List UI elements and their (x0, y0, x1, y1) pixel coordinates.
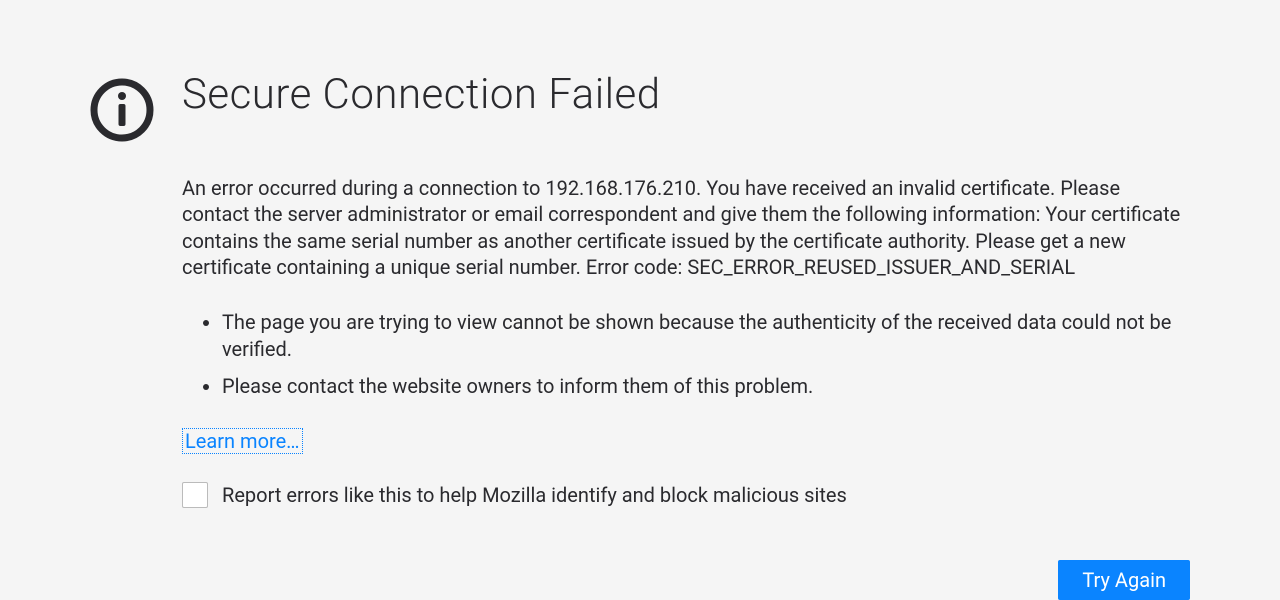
list-item: Please contact the website owners to inf… (222, 373, 1190, 400)
content-column: Secure Connection Failed An error occurr… (182, 70, 1190, 600)
learn-more-link[interactable]: Learn more… (182, 428, 303, 454)
page-title: Secure Connection Failed (182, 70, 1190, 119)
error-description: An error occurred during a connection to… (182, 175, 1190, 281)
report-label: Report errors like this to help Mozilla … (222, 483, 847, 507)
try-again-button[interactable]: Try Again (1058, 560, 1190, 600)
error-page: Secure Connection Failed An error occurr… (0, 0, 1280, 600)
report-checkbox[interactable] (182, 482, 208, 508)
report-row: Report errors like this to help Mozilla … (182, 482, 1190, 508)
info-icon (90, 78, 154, 142)
icon-column (90, 70, 182, 142)
list-item: The page you are trying to view cannot b… (222, 309, 1190, 363)
button-row: Try Again (182, 560, 1190, 600)
error-bullets: The page you are trying to view cannot b… (182, 309, 1190, 400)
